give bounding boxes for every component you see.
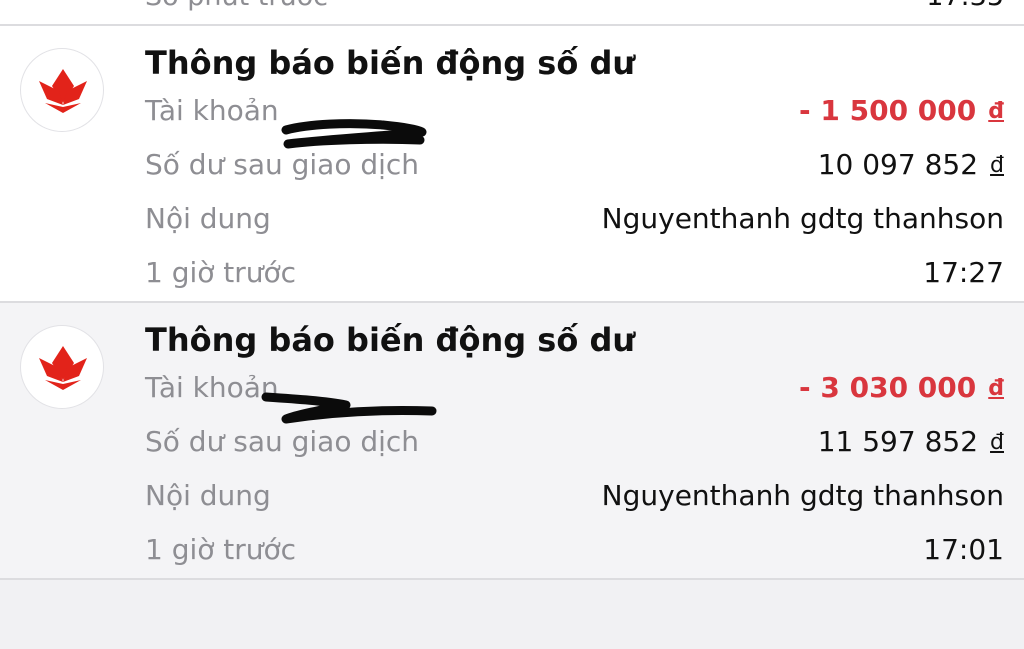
content-row: Nội dung Nguyenthanh gdtg thanhson	[145, 479, 1004, 519]
notification-title: Thông báo biến động số dư	[145, 321, 636, 359]
bank-logo	[20, 325, 104, 409]
amount-value: - 1 500 000	[799, 94, 977, 127]
lotus-logo-icon	[39, 346, 87, 390]
notification-time: 17:01	[923, 533, 1004, 566]
account-row: Tài khoản - 1 500 000 đ	[145, 94, 1004, 134]
account-row: Tài khoản - 3 030 000 đ	[145, 371, 1004, 411]
lotus-logo-icon	[39, 69, 87, 113]
content-value: Nguyenthanh gdtg thanhson	[601, 202, 1004, 235]
balance-row: Số dư sau giao dịch 11 597 852 đ	[145, 425, 1004, 465]
account-label: Tài khoản	[145, 94, 279, 127]
notification-time: 17:35	[926, 0, 1004, 12]
notification-list: Số phút trước 17:35 Thông báo biến động …	[0, 0, 1024, 580]
time-row: 1 giờ trước 17:27	[145, 256, 1004, 296]
content-label: Nội dung	[145, 479, 271, 512]
balance-value: 10 097 852	[817, 148, 979, 181]
balance-value: 11 597 852	[817, 425, 979, 458]
relative-time-label: 1 giờ trước	[145, 256, 297, 289]
notification-title: Thông báo biến động số dư	[145, 44, 636, 82]
relative-time-label: 1 giờ trước	[145, 533, 297, 566]
currency-symbol: đ	[988, 376, 1004, 401]
transaction-amount: - 3 030 000 đ	[799, 371, 1004, 404]
content-value: Nguyenthanh gdtg thanhson	[601, 479, 1004, 512]
currency-symbol: đ	[990, 430, 1004, 455]
balance-label: Số dư sau giao dịch	[145, 148, 420, 181]
balance-amount: 10 097 852 đ	[818, 148, 1004, 181]
notification-item[interactable]: Thông báo biến động số dư Tài khoản - 1 …	[0, 26, 1024, 303]
balance-row: Số dư sau giao dịch 10 097 852 đ	[145, 148, 1004, 188]
amount-value: - 3 030 000	[799, 371, 977, 404]
currency-symbol: đ	[988, 99, 1004, 124]
bank-logo	[20, 48, 104, 132]
content-row: Nội dung Nguyenthanh gdtg thanhson	[145, 202, 1004, 242]
balance-label: Số dư sau giao dịch	[145, 425, 420, 458]
content-label: Nội dung	[145, 202, 271, 235]
account-label: Tài khoản	[145, 371, 279, 404]
notification-time: 17:27	[923, 256, 1004, 289]
currency-symbol: đ	[990, 153, 1004, 178]
transaction-amount: - 1 500 000 đ	[799, 94, 1004, 127]
balance-amount: 11 597 852 đ	[818, 425, 1004, 458]
notification-item[interactable]: Thông báo biến động số dư Tài khoản - 3 …	[0, 303, 1024, 580]
time-row: 1 giờ trước 17:01	[145, 533, 1004, 573]
notification-item-partial[interactable]: Số phút trước 17:35	[0, 0, 1024, 26]
relative-time-label: Số phút trước	[145, 0, 328, 12]
